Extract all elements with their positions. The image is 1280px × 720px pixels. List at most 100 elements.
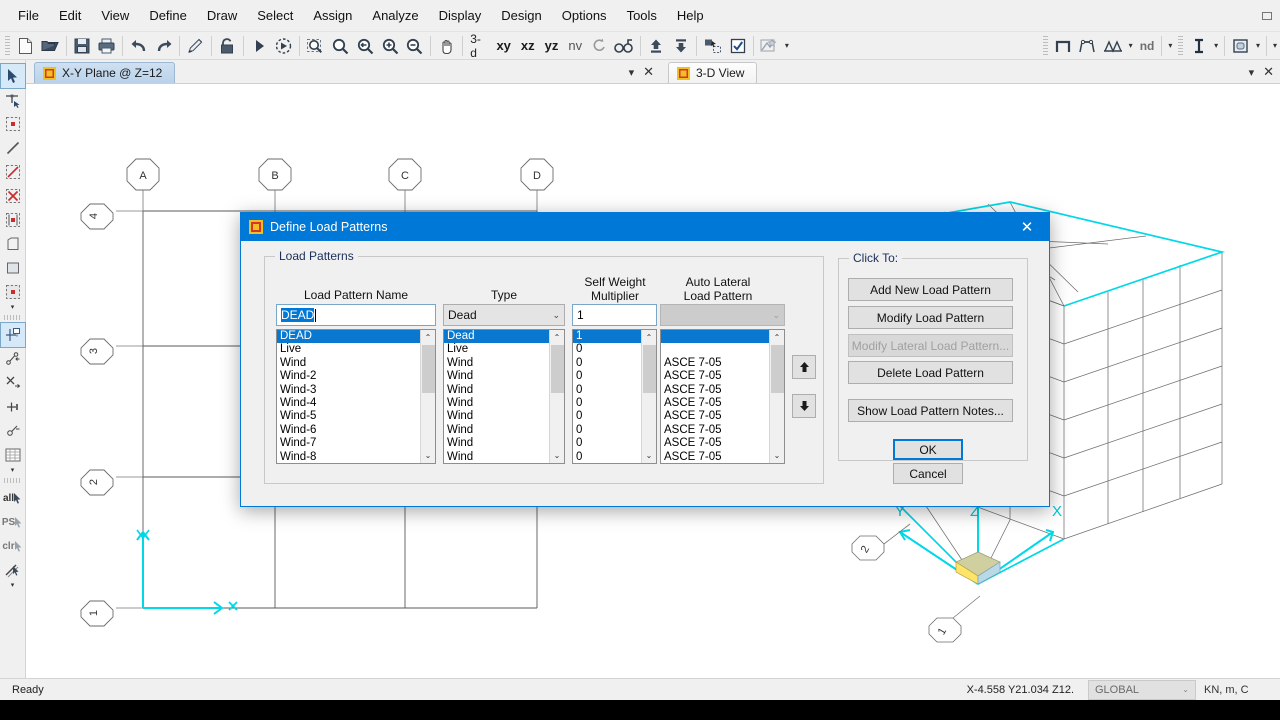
- pane-menu-icon[interactable]: ▾: [1249, 66, 1255, 79]
- left-toolbar-grip[interactable]: [3, 315, 22, 320]
- dim-point-coord-icon[interactable]: [0, 322, 26, 348]
- list-item[interactable]: 1: [573, 330, 641, 344]
- menu-item-analyze[interactable]: Analyze: [362, 4, 428, 27]
- frame-dropdown-icon[interactable]: ▾: [1126, 41, 1136, 50]
- quick-draw-area-icon[interactable]: [1, 280, 25, 304]
- undo-icon[interactable]: [126, 34, 151, 58]
- node-dropdown-icon[interactable]: ▾: [1165, 41, 1175, 50]
- list-item[interactable]: Dead: [444, 330, 549, 344]
- list-item[interactable]: [661, 343, 769, 356]
- list-item[interactable]: Wind-5: [277, 410, 420, 423]
- move-up-story-icon[interactable]: [644, 34, 669, 58]
- units-select[interactable]: KN, m, C: [1196, 684, 1280, 696]
- menu-item-options[interactable]: Options: [552, 4, 617, 27]
- menu-item-edit[interactable]: Edit: [49, 4, 91, 27]
- list-item[interactable]: [661, 330, 769, 344]
- pointer-select-icon[interactable]: [0, 63, 26, 89]
- close-icon[interactable]: ✕: [1005, 213, 1049, 241]
- frame-releases-icon[interactable]: [1076, 34, 1101, 58]
- menu-item-select[interactable]: Select: [247, 4, 303, 27]
- modify-load-pattern-button[interactable]: Modify Load Pattern: [848, 306, 1013, 329]
- view-nv-button[interactable]: nv: [563, 34, 587, 58]
- frame-section-icon[interactable]: [1051, 34, 1076, 58]
- draw-dropdown-icon[interactable]: ▾: [11, 304, 15, 312]
- list-item[interactable]: Wind: [444, 370, 549, 383]
- display-options-dropdown-icon[interactable]: ▾: [782, 41, 792, 50]
- section-property-icon[interactable]: [1228, 34, 1253, 58]
- scroll-thumb[interactable]: [550, 345, 564, 393]
- menu-item-help[interactable]: Help: [667, 4, 714, 27]
- text-label-icon[interactable]: [1186, 34, 1211, 58]
- scroll-down-icon[interactable]: ⌄: [641, 448, 656, 463]
- zoom-in-icon[interactable]: [378, 34, 403, 58]
- menu-item-view[interactable]: View: [91, 4, 139, 27]
- scrollbar-mult-list[interactable]: ⌃ ⌄: [641, 330, 656, 463]
- menu-item-design[interactable]: Design: [491, 4, 551, 27]
- menu-item-display[interactable]: Display: [429, 4, 492, 27]
- load-pattern-name-list[interactable]: DEAD Live Wind Wind-2 Wind-3 Wind-4 Wind-5 Wind…: [276, 329, 436, 464]
- type-list[interactable]: Dead Live Wind Wind Wind Wind Wind Wind Wind Wind…: [443, 329, 565, 464]
- dim-line-icon[interactable]: [1, 395, 25, 419]
- redo-icon[interactable]: [151, 34, 176, 58]
- select-by-line-icon[interactable]: [1, 558, 25, 582]
- list-item[interactable]: Wind-4: [277, 397, 420, 410]
- menu-item-tools[interactable]: Tools: [617, 4, 667, 27]
- list-item[interactable]: Wind: [444, 451, 549, 463]
- list-item[interactable]: 0: [573, 424, 641, 437]
- move-down-story-icon[interactable]: [669, 34, 694, 58]
- toolbar-grip[interactable]: [1178, 35, 1184, 56]
- scroll-up-icon[interactable]: ⌃: [641, 330, 656, 345]
- delete-load-pattern-button[interactable]: Delete Load Pattern: [848, 361, 1013, 384]
- cancel-button[interactable]: Cancel: [893, 463, 963, 484]
- save-icon[interactable]: [70, 34, 95, 58]
- list-item[interactable]: ASCE 7-05: [661, 397, 769, 410]
- ok-button[interactable]: OK: [893, 439, 963, 460]
- zoom-full-icon[interactable]: [328, 34, 353, 58]
- list-item[interactable]: Wind: [444, 384, 549, 397]
- open-file-icon[interactable]: [38, 34, 63, 58]
- self-weight-multiplier-list[interactable]: 1000000000 ⌃ ⌄: [572, 329, 657, 464]
- print-icon[interactable]: [94, 34, 119, 58]
- scrollbar-name-list[interactable]: ⌃ ⌄: [420, 330, 435, 463]
- dim-dropdown-icon[interactable]: ▾: [11, 467, 15, 475]
- list-item[interactable]: Wind-7: [277, 437, 420, 450]
- add-new-load-pattern-button[interactable]: Add New Load Pattern: [848, 278, 1013, 301]
- load-pattern-name-list-items[interactable]: DEAD Live Wind Wind-2 Wind-3 Wind-4 Wind-5 Wind…: [277, 330, 420, 463]
- list-item[interactable]: Wind-3: [277, 384, 420, 397]
- clear-selection-icon[interactable]: clr: [1, 534, 25, 558]
- toolbar-grip[interactable]: [5, 35, 10, 56]
- scroll-thumb[interactable]: [770, 345, 784, 393]
- set-select-mode-icon[interactable]: [700, 34, 725, 58]
- list-item[interactable]: Wind: [444, 357, 549, 370]
- list-item[interactable]: 0: [573, 370, 641, 383]
- list-item[interactable]: Live: [444, 343, 549, 356]
- scrollbar-type-list[interactable]: ⌃ ⌄: [549, 330, 564, 463]
- list-item[interactable]: ASCE 7-05: [661, 437, 769, 450]
- list-item[interactable]: ASCE 7-05: [661, 451, 769, 463]
- zoom-box-icon[interactable]: [303, 34, 328, 58]
- list-item[interactable]: Wind-6: [277, 424, 420, 437]
- view-yz-button[interactable]: yz: [540, 34, 564, 58]
- scroll-down-icon[interactable]: ⌄: [420, 448, 435, 463]
- menu-item-file[interactable]: File: [8, 4, 49, 27]
- edit-pencil-icon[interactable]: [183, 34, 208, 58]
- pane-close-icon[interactable]: ✕: [1263, 64, 1274, 80]
- auto-lateral-list-items[interactable]: ASCE 7-05 ASCE 7-05 ASCE 7-05 ASCE 7-05 ASCE…: [661, 330, 769, 463]
- node-label-button[interactable]: nd: [1136, 34, 1159, 58]
- draw-frame-icon[interactable]: [1, 160, 25, 184]
- list-item[interactable]: ASCE 7-05: [661, 384, 769, 397]
- show-load-pattern-notes-button[interactable]: Show Load Pattern Notes...: [848, 399, 1013, 422]
- dim-radius-icon[interactable]: [1, 419, 25, 443]
- list-item[interactable]: 0: [573, 397, 641, 410]
- view-xy-button[interactable]: xy: [491, 34, 515, 58]
- dim-two-joints-icon[interactable]: [1, 347, 25, 371]
- select-previous-icon[interactable]: PS: [1, 510, 25, 534]
- scroll-thumb[interactable]: [421, 345, 435, 393]
- new-file-icon[interactable]: [13, 34, 38, 58]
- list-item[interactable]: 0: [573, 437, 641, 450]
- select-all-icon[interactable]: all: [1, 486, 25, 510]
- list-item[interactable]: Wind: [277, 357, 420, 370]
- list-item[interactable]: 0: [573, 357, 641, 370]
- self-weight-multiplier-input[interactable]: 1: [572, 304, 657, 326]
- text-dropdown-icon[interactable]: ▾: [1211, 41, 1221, 50]
